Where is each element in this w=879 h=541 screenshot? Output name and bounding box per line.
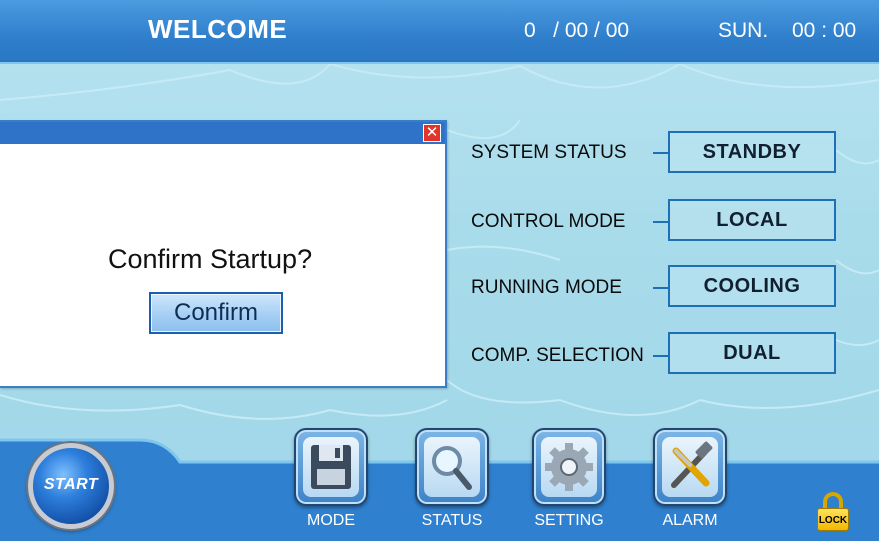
status-button[interactable] <box>415 428 489 506</box>
floppy-disk-icon <box>303 437 359 497</box>
mode-label: MODE <box>307 512 355 529</box>
alarm-button[interactable] <box>653 428 727 506</box>
system-status-connector <box>653 152 668 154</box>
dialog-message: Confirm Startup? <box>108 244 313 274</box>
control-mode-value[interactable]: LOCAL <box>668 199 836 241</box>
alarm-label: ALARM <box>662 512 718 529</box>
header-bar: WELCOME 0 / 00 / 00 SUN. 00 : 00 <box>0 0 879 64</box>
time-display[interactable]: 00 : 00 <box>792 19 856 43</box>
system-status-label: SYSTEM STATUS <box>471 142 627 163</box>
control-mode-connector <box>653 221 668 223</box>
setting-label: SETTING <box>534 512 604 529</box>
tools-icon <box>662 437 718 497</box>
confirm-startup-dialog: ✕ Confirm Startup? Confirm <box>0 120 447 388</box>
welcome-title: WELCOME <box>148 14 288 44</box>
lock-icon[interactable]: LOCK <box>815 492 851 532</box>
status-label: STATUS <box>421 512 483 529</box>
start-label: START <box>43 476 99 493</box>
date-display[interactable]: 0 / 00 / 00 <box>524 19 629 43</box>
lock-label: LOCK <box>818 515 848 526</box>
running-mode-connector <box>653 287 668 289</box>
control-mode-label: CONTROL MODE <box>471 211 626 232</box>
close-icon[interactable]: ✕ <box>423 124 441 142</box>
hmi-screen: WELCOME 0 / 00 / 00 SUN. 00 : 00 ✕ Confi… <box>0 0 879 541</box>
system-status-value: STANDBY <box>668 131 836 173</box>
comp-selection-label: COMP. SELECTION <box>471 345 644 366</box>
confirm-button[interactable]: Confirm <box>149 292 283 334</box>
start-button[interactable]: START <box>28 443 114 529</box>
day-of-week-display: SUN. <box>718 19 769 42</box>
mode-button[interactable] <box>294 428 368 506</box>
setting-button[interactable] <box>532 428 606 506</box>
gear-icon <box>541 437 597 497</box>
running-mode-value[interactable]: COOLING <box>668 265 836 307</box>
running-mode-label: RUNNING MODE <box>471 277 622 298</box>
comp-selection-value[interactable]: DUAL <box>668 332 836 374</box>
comp-selection-connector <box>653 355 668 357</box>
magnifier-icon <box>424 437 480 497</box>
dialog-title-bar: ✕ <box>0 122 445 144</box>
